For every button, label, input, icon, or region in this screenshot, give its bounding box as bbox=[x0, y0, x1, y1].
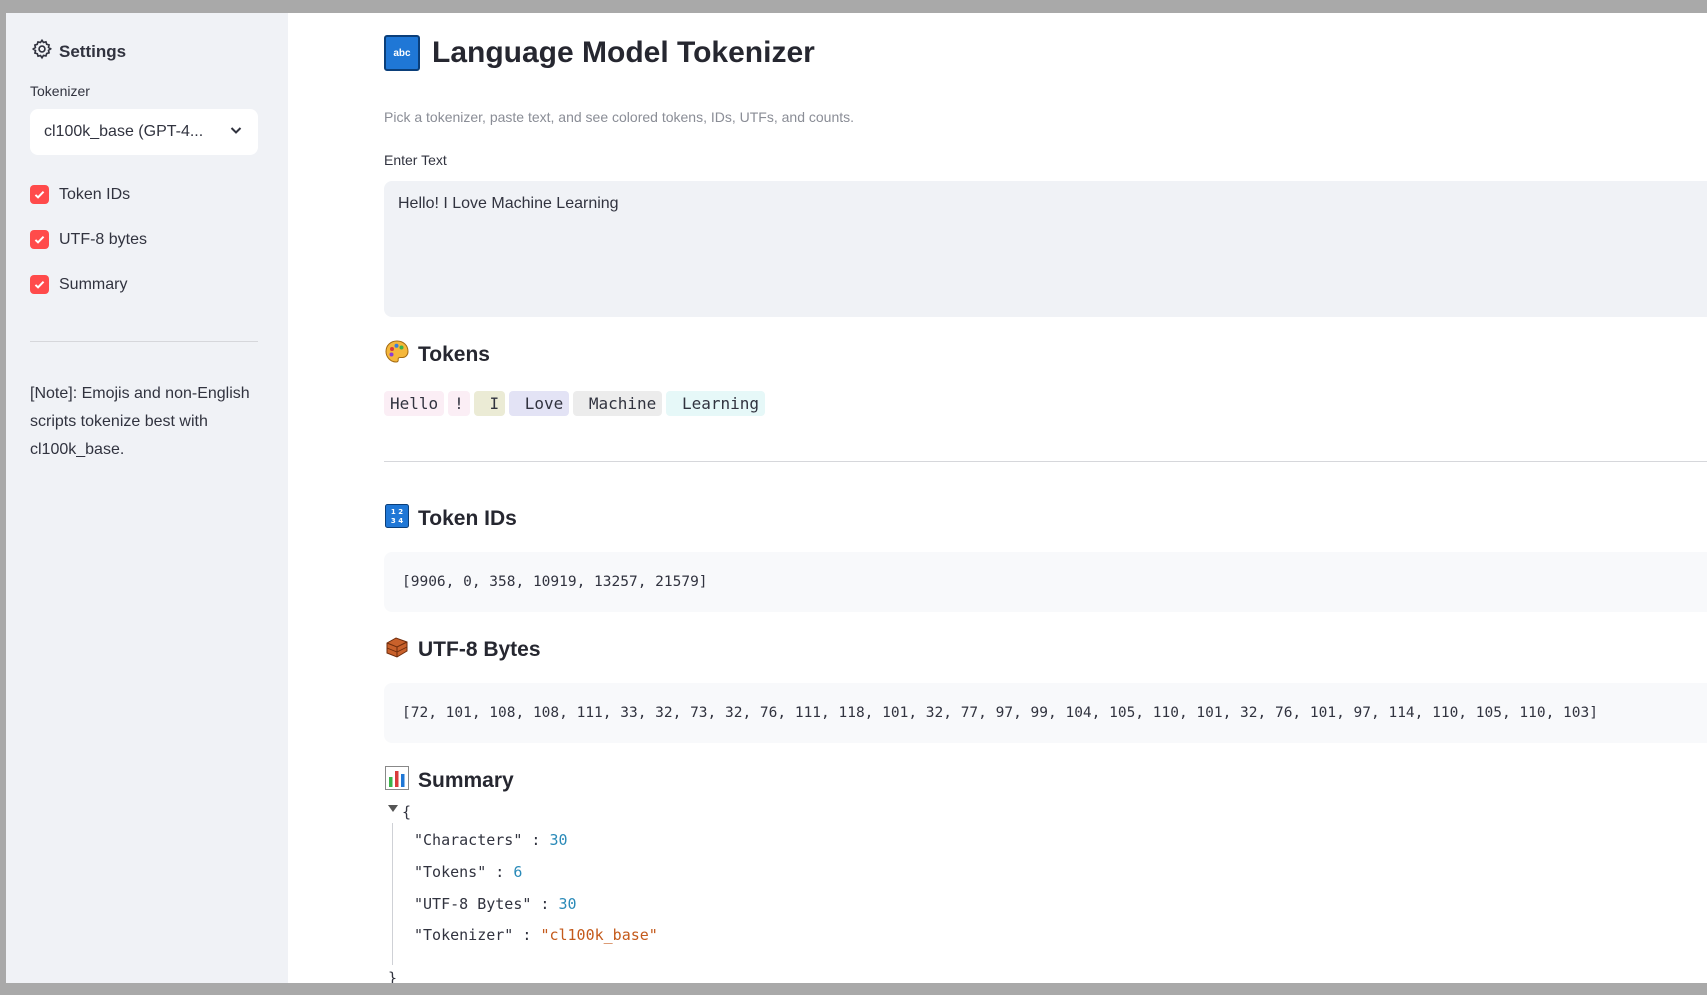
checkbox-checked-icon[interactable] bbox=[30, 230, 49, 249]
sidebar: Settings Tokenizer cl100k_base (GPT-4...… bbox=[6, 13, 288, 983]
json-row-tokenizer: "Tokenizer" : "cl100k_base" bbox=[414, 926, 658, 944]
sidebar-header: Settings bbox=[31, 38, 126, 65]
token-ids-heading: 1 2 3 4 Token IDs bbox=[384, 503, 517, 535]
app-window: Settings Tokenizer cl100k_base (GPT-4...… bbox=[6, 13, 1707, 983]
json-row-tokens: "Tokens" : 6 bbox=[414, 863, 523, 881]
json-brace-open: { bbox=[402, 803, 412, 821]
token-ids-heading-text: Token IDs bbox=[418, 507, 517, 530]
token-chip: Hello bbox=[384, 391, 445, 416]
sidebar-note: [Note]: Emojis and non-English scripts t… bbox=[30, 385, 250, 458]
tokens-heading-text: Tokens bbox=[418, 343, 490, 366]
json-key: "Tokenizer" bbox=[414, 926, 514, 944]
token-ids-checkbox[interactable]: Token IDs bbox=[30, 185, 130, 204]
numbers-icon: 1 2 3 4 bbox=[384, 503, 410, 535]
token-chip: Love bbox=[509, 391, 570, 416]
summary-checkbox-label: Summary bbox=[59, 275, 128, 293]
json-value: "cl100k_base" bbox=[540, 926, 658, 944]
collapse-caret-icon[interactable] bbox=[388, 805, 398, 812]
json-key: "UTF-8 Bytes" bbox=[414, 895, 532, 913]
summary-checkbox[interactable]: Summary bbox=[30, 275, 127, 294]
sidebar-divider bbox=[30, 341, 258, 342]
bricks-icon bbox=[384, 634, 410, 666]
json-value: 6 bbox=[513, 863, 523, 881]
json-brace-close: } bbox=[388, 969, 398, 983]
token-list: Hello ! I Love Machine Learning bbox=[384, 391, 766, 416]
sidebar-title: Settings bbox=[59, 41, 127, 61]
utf8-bytes-checkbox-label: UTF-8 bytes bbox=[59, 230, 148, 248]
utf8-bytes-heading-text: UTF-8 Bytes bbox=[418, 638, 541, 661]
section-divider bbox=[384, 461, 1707, 462]
summary-heading-text: Summary bbox=[418, 769, 514, 792]
text-input[interactable]: Hello! I Love Machine Learning bbox=[384, 181, 1707, 317]
token-chip: Learning bbox=[666, 391, 766, 416]
token-chip: I bbox=[473, 391, 506, 416]
json-key: "Characters" bbox=[414, 831, 523, 849]
main-content: abc Language Model Tokenizer Pick a toke… bbox=[288, 13, 1707, 983]
summary-heading: Summary bbox=[384, 765, 514, 797]
json-row-characters: "Characters" : 30 bbox=[414, 831, 568, 849]
page-subtitle: Pick a tokenizer, paste text, and see co… bbox=[384, 109, 855, 125]
tokenizer-label: Tokenizer bbox=[30, 83, 90, 99]
json-key: "Tokens" bbox=[414, 863, 487, 881]
palette-icon bbox=[384, 339, 410, 371]
input-label: Enter Text bbox=[384, 152, 447, 168]
utf8-bytes-code: [72, 101, 108, 108, 111, 33, 32, 73, 32,… bbox=[384, 683, 1707, 743]
svg-text:1 2: 1 2 bbox=[391, 508, 403, 516]
token-ids-checkbox-label: Token IDs bbox=[59, 185, 131, 203]
utf8-bytes-checkbox[interactable]: UTF-8 bytes bbox=[30, 230, 147, 249]
utf8-bytes-heading: UTF-8 Bytes bbox=[384, 634, 541, 666]
abc-icon: abc bbox=[384, 35, 420, 71]
token-chip: Machine bbox=[573, 391, 663, 416]
svg-text:3 4: 3 4 bbox=[391, 517, 403, 525]
page-title: abc Language Model Tokenizer bbox=[384, 35, 815, 71]
page-title-text: Language Model Tokenizer bbox=[432, 36, 815, 69]
token-chip: ! bbox=[448, 391, 470, 416]
json-value: 30 bbox=[558, 895, 577, 913]
bar-chart-icon bbox=[384, 765, 410, 797]
tokens-heading: Tokens bbox=[384, 339, 490, 371]
json-row-utf8-bytes: "UTF-8 Bytes" : 30 bbox=[414, 895, 577, 913]
chevron-down-icon bbox=[228, 122, 244, 143]
tokenizer-select[interactable]: cl100k_base (GPT-4... bbox=[30, 109, 258, 155]
json-indent-rail bbox=[392, 823, 393, 965]
gear-icon bbox=[31, 38, 53, 65]
checkbox-checked-icon[interactable] bbox=[30, 275, 49, 294]
checkbox-checked-icon[interactable] bbox=[30, 185, 49, 204]
tokenizer-select-value: cl100k_base (GPT-4... bbox=[44, 123, 204, 140]
token-ids-code: [9906, 0, 358, 10919, 13257, 21579] bbox=[384, 552, 1707, 612]
json-value: 30 bbox=[549, 831, 568, 849]
